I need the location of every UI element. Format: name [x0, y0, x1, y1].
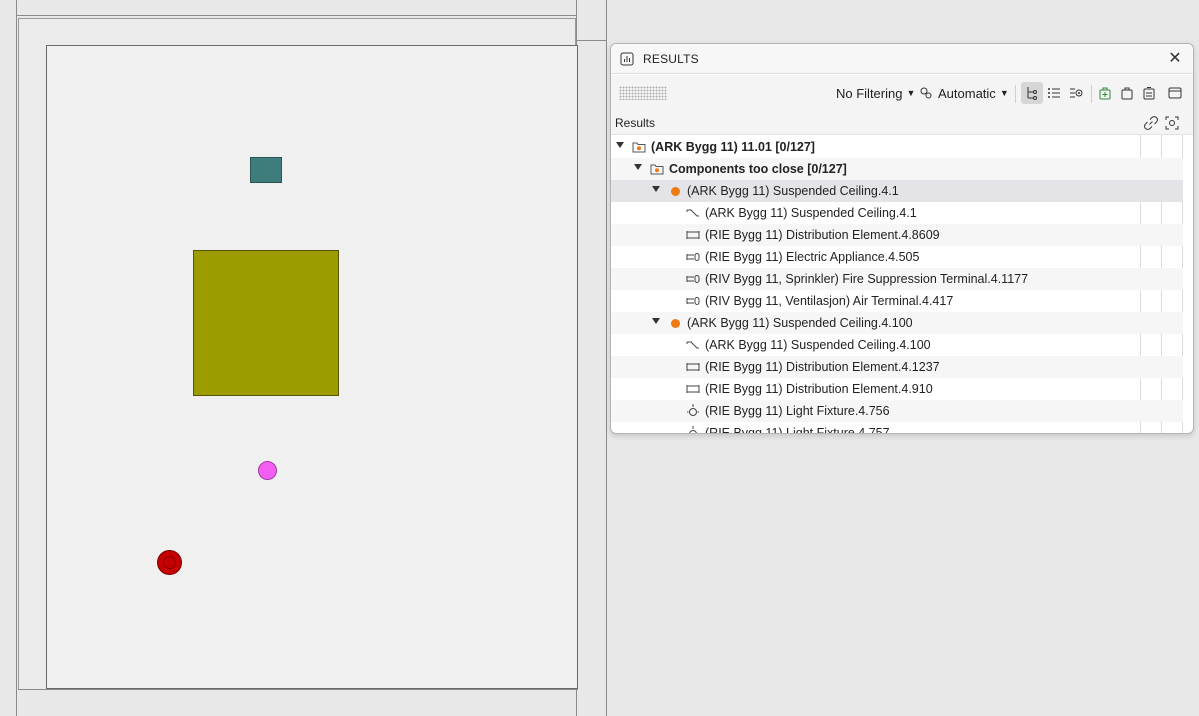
- mode-dropdown[interactable]: Automatic ▼: [919, 84, 1009, 102]
- tree-row-label: (RIE Bygg 11) Distribution Element.4.860…: [705, 228, 940, 242]
- filter-dropdown[interactable]: No Filtering ▼: [836, 84, 915, 102]
- chevron-down-icon: ▼: [906, 88, 916, 98]
- expand-arrow-icon[interactable]: [652, 318, 660, 324]
- tree-row-component[interactable]: (RIV Bygg 11, Sprinkler) Fire Suppressio…: [611, 268, 1183, 290]
- results-column-header[interactable]: Results: [615, 116, 655, 130]
- grid-line: [18, 689, 578, 690]
- toolbar-divider: [1015, 85, 1016, 103]
- ceiling-icon: [686, 209, 699, 217]
- expand-arrow-icon[interactable]: [652, 186, 660, 192]
- package-icon: [1121, 87, 1133, 100]
- panel-title: RESULTS: [643, 51, 699, 66]
- add-package-button[interactable]: [1094, 82, 1116, 104]
- grid-line: [606, 0, 607, 716]
- terminal-icon: [686, 253, 700, 261]
- grid-line: [16, 0, 17, 716]
- tree-row-label: (ARK Bygg 11) Suspended Ceiling.4.100: [687, 316, 913, 330]
- tree-row-component[interactable]: (RIE Bygg 11) Electric Appliance.4.505: [611, 246, 1183, 268]
- link-icon[interactable]: [1143, 115, 1159, 131]
- tree-row-component[interactable]: (ARK Bygg 11) Suspended Ceiling.4.1: [611, 202, 1183, 224]
- chevron-down-icon: ▼: [999, 88, 1009, 98]
- tree-row-label: (RIV Bygg 11, Sprinkler) Fire Suppressio…: [705, 272, 1029, 286]
- tree-row-label: (RIE Bygg 11) Distribution Element.4.910: [705, 382, 933, 396]
- results-panel: RESULTS ✕ No Filtering ▼ Automatic ▼ Res…: [610, 43, 1194, 434]
- panel-toolbar: No Filtering ▼ Automatic ▼: [611, 75, 1193, 111]
- light-fixture-icon: [689, 426, 697, 433]
- package-list-button[interactable]: [1138, 82, 1160, 104]
- tree-row-label: (RIE Bygg 11) Distribution Element.4.123…: [705, 360, 940, 374]
- auto-icon: [920, 87, 932, 99]
- list-settings-button[interactable]: [1065, 82, 1087, 104]
- red-object[interactable]: [157, 550, 182, 575]
- tree-row-label: Components too close [0/127]: [669, 162, 847, 176]
- tree-row-label: (ARK Bygg 11) 11.01 [0/127]: [651, 140, 815, 154]
- tree-row-label: (ARK Bygg 11) Suspended Ceiling.4.1: [705, 206, 917, 220]
- focus-icon[interactable]: [1164, 115, 1180, 131]
- toolbar-divider: [1091, 85, 1092, 103]
- tree-view-icon: [1027, 87, 1037, 100]
- list-settings-icon: [1070, 88, 1083, 98]
- tree-row-group[interactable]: Components too close [0/127]: [611, 158, 1183, 180]
- grid-line: [576, 40, 606, 41]
- package-list-icon: [1143, 87, 1155, 100]
- results-tree: (ARK Bygg 11) 11.01 [0/127] Components t…: [611, 136, 1193, 434]
- tree-row-component[interactable]: (ARK Bygg 11) Suspended Ceiling.4.100: [611, 334, 1183, 356]
- tree-row-label: (RIE Bygg 11) Electric Appliance.4.505: [705, 250, 920, 264]
- expand-arrow-icon[interactable]: [616, 142, 624, 148]
- status-dot-icon: [671, 319, 680, 328]
- tree-row-component[interactable]: (RIE Bygg 11) Light Fixture.4.756: [611, 400, 1183, 422]
- list-view-button[interactable]: [1043, 82, 1065, 104]
- panel-layout-icon: [1168, 87, 1182, 99]
- tree-row-label: (ARK Bygg 11) Suspended Ceiling.4.1: [687, 184, 899, 198]
- light-fixture-icon: [687, 404, 699, 416]
- tree-row-label: (RIE Bygg 11) Light Fixture.4.756: [705, 404, 890, 418]
- olive-object[interactable]: [193, 250, 339, 396]
- tree-row-clash[interactable]: (ARK Bygg 11) Suspended Ceiling.4.1: [611, 180, 1183, 202]
- tree-row-component[interactable]: (RIE Bygg 11) Distribution Element.4.860…: [611, 224, 1183, 246]
- list-icon: [1048, 88, 1060, 98]
- mode-label: Automatic: [938, 85, 996, 101]
- teal-object[interactable]: [250, 157, 282, 183]
- tree-row-label: (ARK Bygg 11) Suspended Ceiling.4.100: [705, 338, 931, 352]
- distribution-icon: [686, 231, 700, 239]
- tree-row-clash[interactable]: (ARK Bygg 11) Suspended Ceiling.4.100: [611, 312, 1183, 334]
- tree-row-component[interactable]: (RIE Bygg 11) Distribution Element.4.123…: [611, 356, 1183, 378]
- tree-row-component[interactable]: (RIE Bygg 11) Distribution Element.4.910: [611, 378, 1183, 400]
- tree-row-group[interactable]: (ARK Bygg 11) 11.01 [0/127]: [611, 136, 1183, 158]
- chart-icon: [620, 52, 634, 65]
- status-dot-icon: [671, 187, 680, 196]
- grid-line: [16, 15, 576, 16]
- tree-view-button[interactable]: [1021, 82, 1043, 104]
- expand-arrow-icon[interactable]: [634, 164, 642, 170]
- filter-label: No Filtering: [836, 85, 903, 101]
- package-button[interactable]: [1116, 82, 1138, 104]
- tree-row-label: (RIE Bygg 11) Light Fixture.4.757: [705, 426, 890, 434]
- tree-row-component[interactable]: (RIE Bygg 11) Light Fixture.4.757: [611, 422, 1183, 434]
- distribution-icon: [686, 363, 700, 371]
- panel-titlebar[interactable]: RESULTS ✕: [611, 44, 1193, 74]
- distribution-icon: [686, 385, 700, 393]
- layout-button[interactable]: [1164, 82, 1186, 104]
- package-add-icon: [1099, 87, 1111, 100]
- folder-clash-icon: [632, 142, 646, 153]
- ceiling-icon: [686, 341, 699, 349]
- terminal-icon: [686, 297, 700, 305]
- close-icon[interactable]: ✕: [1167, 51, 1183, 67]
- tree-row-component[interactable]: (RIV Bygg 11, Ventilasjon) Air Terminal.…: [611, 290, 1183, 312]
- pink-object[interactable]: [258, 461, 277, 480]
- folder-clash-icon: [650, 164, 664, 175]
- drag-handle[interactable]: [619, 86, 667, 100]
- tree-row-label: (RIV Bygg 11, Ventilasjon) Air Terminal.…: [705, 294, 954, 308]
- terminal-icon: [686, 275, 700, 283]
- column-header-row: Results: [611, 111, 1193, 135]
